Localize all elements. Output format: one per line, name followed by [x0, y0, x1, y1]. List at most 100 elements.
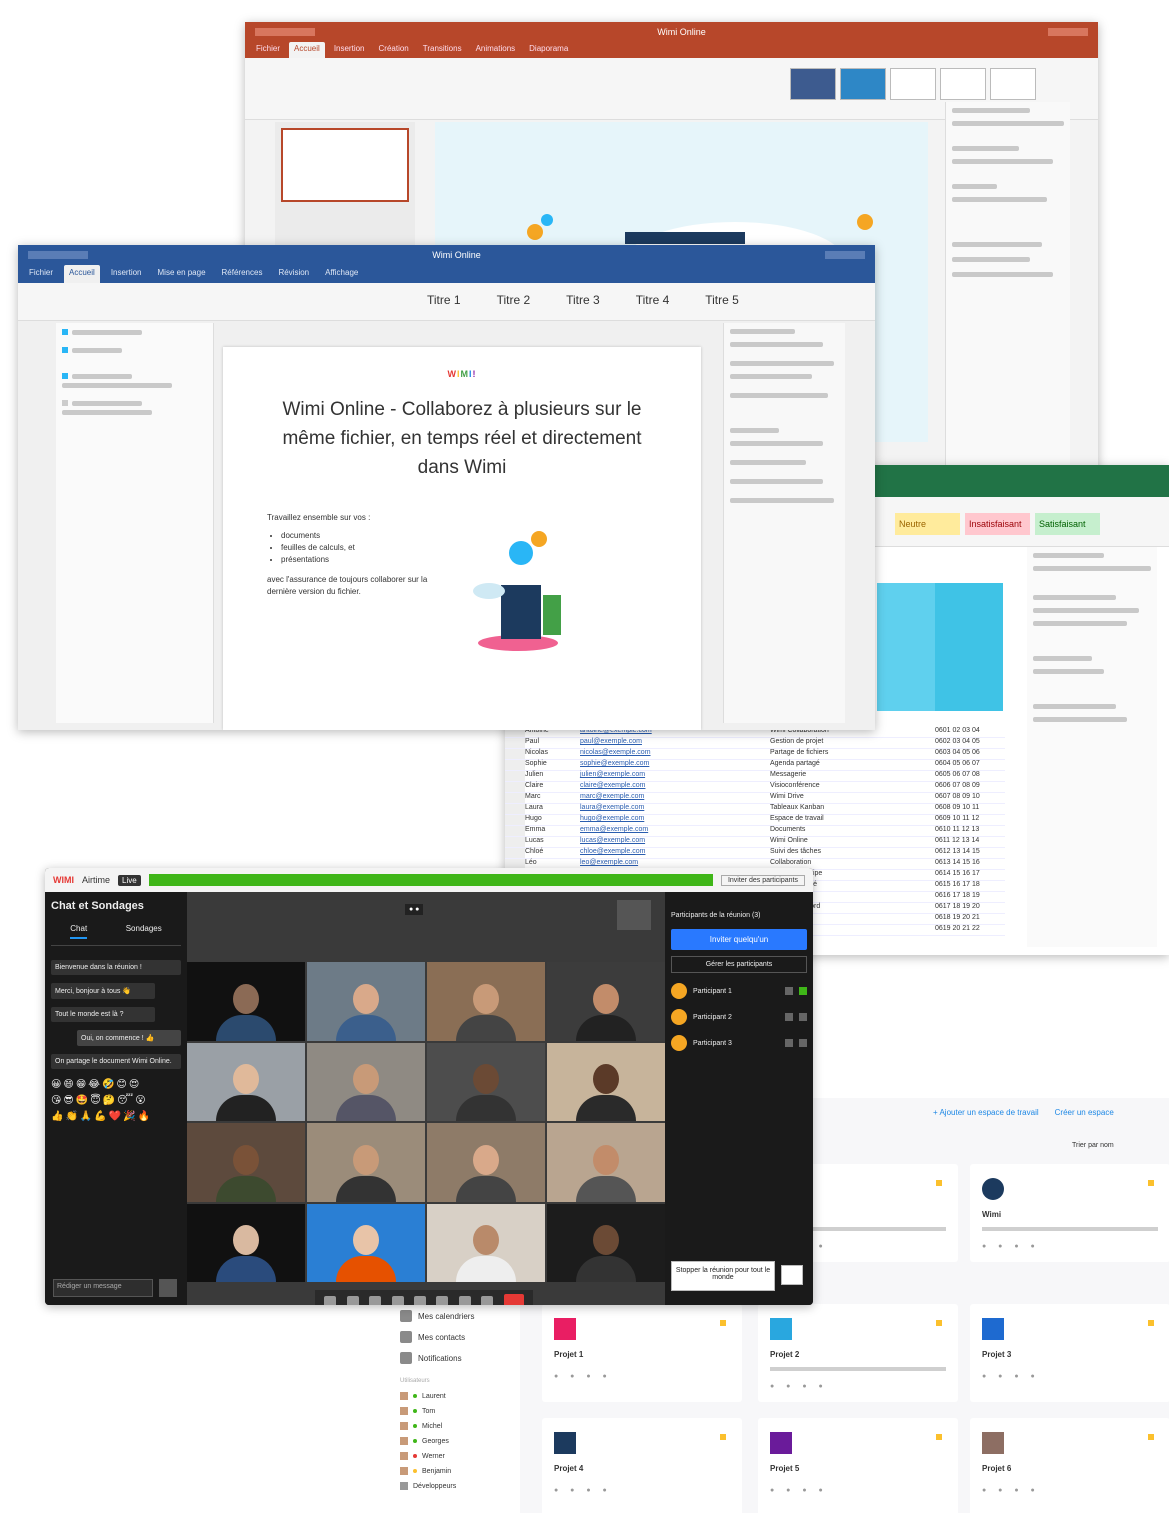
video-tile[interactable] — [307, 1042, 425, 1121]
row-header[interactable] — [505, 760, 525, 770]
user-item[interactable]: Développeurs — [400, 1482, 508, 1490]
chat-icon[interactable] — [436, 1296, 449, 1305]
star-icon[interactable] — [1148, 1434, 1154, 1440]
workspace-card[interactable]: Wimi ● ● ● ● — [970, 1164, 1169, 1262]
table-cell[interactable]: marc@exemple.com — [580, 793, 770, 803]
table-cell[interactable]: 0603 04 05 06 — [935, 749, 1000, 759]
user-item[interactable]: Werner — [400, 1452, 508, 1460]
table-cell[interactable]: emma@exemple.com — [580, 826, 770, 836]
table-cell[interactable]: 0613 14 15 16 — [935, 859, 1000, 869]
ppt-tab[interactable]: Animations — [471, 42, 521, 58]
table-cell[interactable]: Julien — [525, 771, 580, 781]
theme-thumb[interactable] — [790, 68, 836, 100]
video-tile[interactable] — [187, 1123, 305, 1202]
word-tab[interactable]: Mise en page — [153, 265, 211, 283]
video-tile[interactable] — [427, 1203, 545, 1282]
style-heading-5[interactable]: Titre 5 — [701, 291, 743, 309]
theme-thumb[interactable] — [890, 68, 936, 100]
cell-style-bad[interactable]: Insatisfaisant — [965, 513, 1030, 535]
star-icon[interactable] — [936, 1180, 942, 1186]
workspace-card[interactable]: Projet 4 ● ● ● ● — [542, 1418, 742, 1513]
row-header[interactable] — [505, 848, 525, 858]
table-cell[interactable]: chloe@exemple.com — [580, 848, 770, 858]
style-heading-3[interactable]: Titre 3 — [562, 291, 604, 309]
invite-participants-button[interactable]: Inviter des participants — [720, 874, 805, 886]
star-icon[interactable] — [720, 1320, 726, 1326]
table-cell[interactable]: 0602 03 04 05 — [935, 738, 1000, 748]
style-heading-1[interactable]: Titre 1 — [423, 291, 465, 309]
table-cell[interactable]: 0607 08 09 10 — [935, 793, 1000, 803]
star-icon[interactable] — [1148, 1320, 1154, 1326]
star-icon[interactable] — [936, 1320, 942, 1326]
ppt-tab-active[interactable]: Accueil — [289, 42, 325, 58]
table-cell[interactable]: hugo@exemple.com — [580, 815, 770, 825]
word-tab[interactable]: Fichier — [24, 265, 58, 283]
table-cell[interactable]: julien@exemple.com — [580, 771, 770, 781]
video-tile[interactable] — [427, 1123, 545, 1202]
nav-item[interactable]: Mes contacts — [400, 1331, 508, 1343]
table-cell[interactable]: 0609 10 11 12 — [935, 815, 1000, 825]
participant-row[interactable]: Participant 2 — [671, 1009, 807, 1025]
row-header[interactable] — [505, 826, 525, 836]
participant-row[interactable]: Participant 3 — [671, 1035, 807, 1051]
row-header[interactable] — [505, 749, 525, 759]
screen-share-icon[interactable] — [369, 1296, 382, 1305]
comment[interactable] — [62, 373, 207, 388]
invite-someone-button[interactable]: Inviter quelqu'un — [671, 929, 807, 950]
user-item[interactable]: Benjamin — [400, 1467, 508, 1475]
table-row[interactable]: Hugo hugo@exemple.com Espace de travail 060… — [505, 815, 1005, 826]
table-cell[interactable]: Nicolas — [525, 749, 580, 759]
comment[interactable] — [62, 400, 207, 415]
row-header[interactable] — [505, 793, 525, 803]
chat-input[interactable]: Rédiger un message — [53, 1279, 153, 1297]
table-row[interactable]: Laura laura@exemple.com Tableaux Kanban 060… — [505, 804, 1005, 815]
hand-icon[interactable] — [413, 1296, 426, 1305]
ppt-tab[interactable]: Création — [374, 42, 414, 58]
row-header[interactable] — [505, 804, 525, 814]
nav-item[interactable]: Notifications — [400, 1352, 508, 1364]
table-cell[interactable]: Visioconférence — [770, 782, 935, 792]
table-cell[interactable]: Agenda partagé — [770, 760, 935, 770]
video-tile[interactable] — [427, 962, 545, 1041]
table-cell[interactable]: 0614 15 16 17 — [935, 870, 1000, 880]
workspace-card[interactable]: Projet 5 ● ● ● ● — [758, 1418, 958, 1513]
ppt-tab[interactable]: Diaporama — [524, 42, 573, 58]
star-icon[interactable] — [936, 1434, 942, 1440]
add-workspace-button[interactable]: + Ajouter un espace de travail — [933, 1108, 1039, 1117]
table-cell[interactable]: 0617 18 19 20 — [935, 903, 1000, 913]
self-view[interactable] — [617, 900, 651, 930]
table-row[interactable]: Paul paul@exemple.com Gestion de projet 060… — [505, 738, 1005, 749]
comment[interactable] — [62, 329, 207, 335]
slide-thumbnail[interactable] — [281, 128, 409, 202]
cell-style-good[interactable]: Satisfaisant — [1035, 513, 1100, 535]
table-cell[interactable]: Documents — [770, 826, 935, 836]
ppt-window-controls[interactable] — [1048, 28, 1088, 36]
table-cell[interactable]: 0604 05 06 07 — [935, 760, 1000, 770]
table-cell[interactable]: Sophie — [525, 760, 580, 770]
table-cell[interactable]: 0615 16 17 18 — [935, 881, 1000, 891]
workspace-card[interactable]: Projet 6 ● ● ● ● — [970, 1418, 1169, 1513]
table-row[interactable]: Sophie sophie@exemple.com Agenda partagé 06… — [505, 760, 1005, 771]
video-tile[interactable] — [187, 962, 305, 1041]
user-item[interactable]: Laurent — [400, 1392, 508, 1400]
table-cell[interactable]: 0611 12 13 14 — [935, 837, 1000, 847]
emoji-picker[interactable]: 😀😄😁😂🤣😊😍 😘😎🤩😇🤔😴😮 👍👏🙏💪❤️🎉🔥 — [51, 1077, 181, 1125]
layout-icon[interactable] — [391, 1296, 404, 1305]
table-cell[interactable]: paul@exemple.com — [580, 738, 770, 748]
ppt-tab[interactable]: Insertion — [329, 42, 370, 58]
word-tab[interactable]: Révision — [273, 265, 314, 283]
star-icon[interactable] — [720, 1434, 726, 1440]
row-header[interactable] — [505, 815, 525, 825]
emoji-row[interactable]: 👍👏🙏💪❤️🎉🔥 — [51, 1109, 181, 1125]
star-icon[interactable] — [1148, 1180, 1154, 1186]
row-header[interactable] — [505, 738, 525, 748]
sort-select[interactable]: Trier par nom — [1072, 1142, 1114, 1149]
table-cell[interactable]: Partage de fichiers — [770, 749, 935, 759]
word-tab[interactable]: Références — [217, 265, 268, 283]
table-cell[interactable]: Lucas — [525, 837, 580, 847]
table-cell[interactable]: Hugo — [525, 815, 580, 825]
table-cell[interactable]: claire@exemple.com — [580, 782, 770, 792]
style-heading-4[interactable]: Titre 4 — [632, 291, 674, 309]
table-cell[interactable]: 0606 07 08 09 — [935, 782, 1000, 792]
word-tab[interactable]: Insertion — [106, 265, 147, 283]
